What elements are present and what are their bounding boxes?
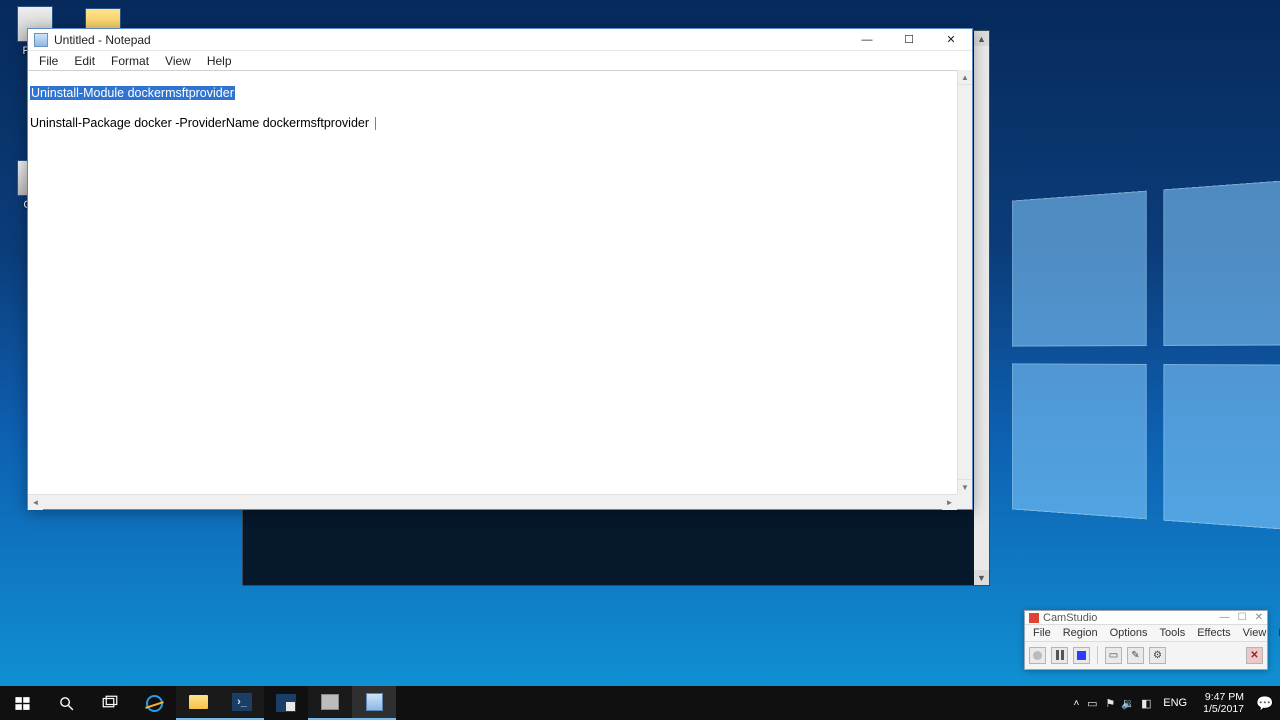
stop-button[interactable]	[1073, 647, 1090, 664]
menu-view[interactable]: View	[158, 53, 198, 69]
toolbar: ▭ ✎ ⚙ ✕	[1025, 642, 1267, 668]
menu-edit[interactable]: Edit	[67, 53, 102, 69]
task-view-button[interactable]	[88, 686, 132, 720]
scroll-corner	[957, 494, 972, 509]
record-button[interactable]	[1029, 647, 1046, 664]
tray-network-icon[interactable]: ▭	[1083, 697, 1101, 710]
text-editor-area[interactable]: Uninstall-Module dockermsftprovider Unin…	[28, 70, 957, 494]
scroll-right-icon[interactable]: ►	[942, 495, 957, 510]
menu-tools[interactable]: Tools	[1154, 626, 1192, 640]
search-icon	[56, 693, 76, 713]
maximize-button[interactable]: ☐	[1238, 612, 1247, 623]
taskbar-app-explorer[interactable]	[176, 686, 220, 720]
scroll-down-icon[interactable]: ▼	[958, 479, 972, 494]
scroll-up-icon[interactable]: ▲	[958, 70, 972, 85]
task-view-icon	[100, 693, 120, 713]
tray-language[interactable]: ENG	[1155, 697, 1195, 709]
titlebar[interactable]: CamStudio ― ☐ ✕	[1025, 611, 1267, 625]
settings-button[interactable]: ⚙	[1149, 647, 1166, 664]
scroll-track[interactable]	[974, 46, 989, 570]
scroll-left-icon[interactable]: ◄	[28, 495, 43, 510]
menu-file[interactable]: File	[32, 53, 65, 69]
scroll-up-icon[interactable]: ▲	[974, 31, 989, 46]
selected-text: Uninstall-Module dockermsftprovider	[30, 86, 235, 100]
taskbar-app-powershell[interactable]: ›_	[220, 686, 264, 720]
annotations-button[interactable]: ✎	[1127, 647, 1144, 664]
menubar: File Edit Format View Help	[28, 51, 972, 70]
scrollbar-vertical[interactable]: ▲ ▼	[957, 70, 972, 494]
taskbar-app-ie[interactable]	[132, 686, 176, 720]
menu-help[interactable]: Help	[200, 53, 239, 69]
pause-icon	[1056, 650, 1064, 660]
window-title: CamStudio	[1043, 612, 1097, 624]
tray-date: 1/5/2017	[1203, 703, 1244, 715]
tray-volume-icon[interactable]: 🔉	[1119, 697, 1137, 710]
server-manager-icon	[320, 692, 340, 712]
notepad-icon	[364, 692, 384, 712]
text-caret	[375, 117, 376, 130]
maximize-button[interactable]: ☐	[888, 29, 930, 51]
powershell-icon: ›_	[232, 692, 252, 712]
close-button[interactable]: ✕	[930, 29, 972, 51]
cancel-button[interactable]: ✕	[1246, 647, 1263, 664]
menu-help[interactable]: Help	[1272, 626, 1280, 640]
menu-region[interactable]: Region	[1057, 626, 1104, 640]
scrollbar-vertical[interactable]: ▲ ▼	[974, 31, 989, 585]
window-title: Untitled - Notepad	[54, 33, 846, 47]
record-icon	[1033, 651, 1042, 660]
search-button[interactable]	[44, 686, 88, 720]
tray-overflow-button[interactable]: ˄	[1069, 698, 1083, 709]
windows-icon	[12, 693, 32, 713]
menu-options[interactable]: Options	[1104, 626, 1154, 640]
windows-logo-art	[1012, 178, 1280, 532]
pause-button[interactable]	[1051, 647, 1068, 664]
menu-effects[interactable]: Effects	[1191, 626, 1236, 640]
minimize-button[interactable]: ―	[846, 29, 888, 51]
notepad-window: Untitled - Notepad ― ☐ ✕ File Edit Forma…	[27, 28, 973, 510]
tray-notifications-button[interactable]: 💬	[1252, 695, 1278, 712]
notepad-icon	[34, 33, 48, 47]
taskbar-app-notepad[interactable]	[352, 686, 396, 720]
menu-format[interactable]: Format	[104, 53, 156, 69]
tray-clock[interactable]: 9:47 PM 1/5/2017	[1195, 691, 1252, 715]
menubar: File Region Options Tools Effects View H…	[1025, 625, 1267, 642]
titlebar[interactable]: Untitled - Notepad ― ☐ ✕	[28, 29, 972, 51]
close-button[interactable]: ✕	[1255, 612, 1263, 623]
toggle-view-button[interactable]: ▭	[1105, 647, 1122, 664]
camstudio-window: CamStudio ― ☐ ✕ File Region Options Tool…	[1024, 610, 1268, 670]
taskbar-app-powershell-ise[interactable]	[264, 686, 308, 720]
menu-file[interactable]: File	[1027, 626, 1057, 640]
start-button[interactable]	[0, 686, 44, 720]
folder-icon	[188, 692, 208, 712]
ie-icon	[144, 693, 164, 713]
separator	[1097, 646, 1098, 664]
taskbar-app-server-manager[interactable]	[308, 686, 352, 720]
tray-security-icon[interactable]: ⚑	[1101, 697, 1119, 710]
editor-line: Uninstall-Package docker -ProviderName d…	[30, 116, 369, 130]
powershell-ise-icon	[276, 693, 296, 713]
taskbar: ›_ ˄ ▭ ⚑ 🔉 ◧ ENG 9:47 PM 1/5/2017 💬	[0, 686, 1280, 720]
system-tray: ˄ ▭ ⚑ 🔉 ◧ ENG 9:47 PM 1/5/2017 💬	[1069, 686, 1280, 720]
menu-view[interactable]: View	[1237, 626, 1273, 640]
tray-time: 9:47 PM	[1203, 691, 1244, 703]
tray-app-icon[interactable]: ◧	[1137, 697, 1155, 710]
scrollbar-horizontal[interactable]: ◄ ►	[28, 494, 957, 509]
stop-icon	[1077, 651, 1086, 660]
camstudio-icon	[1029, 613, 1039, 623]
scroll-down-icon[interactable]: ▼	[974, 570, 989, 585]
minimize-button[interactable]: ―	[1220, 612, 1230, 623]
